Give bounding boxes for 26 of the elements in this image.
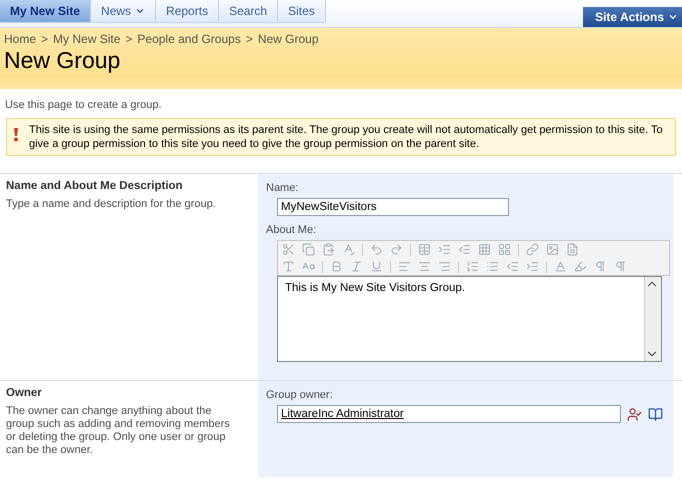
section-description: Type a name and description for the group. — [6, 198, 217, 211]
breadcrumb-current: New Group — [258, 32, 319, 46]
name-field[interactable]: MyNewSiteVisitors — [277, 198, 509, 216]
field-label: About Me: — [266, 224, 318, 236]
field-label: Name: — [266, 182, 300, 194]
breadcrumb-separator: > — [125, 32, 132, 46]
about-me-field[interactable]: This is My New Site Visitors Group. — [277, 276, 662, 362]
section-title: Name and About Me Description — [6, 180, 184, 192]
breadcrumb-link[interactable]: Home — [4, 32, 36, 46]
site-actions-button[interactable]: Site Actions — [583, 7, 682, 27]
section-title: Owner — [6, 387, 43, 399]
nav-tab[interactable]: Reports — [155, 0, 220, 23]
nav-tab[interactable]: Search — [218, 0, 278, 23]
page-title: New Group — [4, 47, 122, 74]
nav-tab[interactable]: News — [90, 0, 156, 23]
breadcrumb-separator: > — [41, 32, 48, 46]
section-description: The owner can change anything about the group such as adding and removing members or deleting the group. Only one user or group can be the owner. — [6, 405, 231, 457]
intro-text: Use this page to create a group. — [4, 98, 163, 111]
warning-text: This site is using the same permissions as its parent site. The group you create will not automatically get permission to this site. To give a group permission to this site you need to give the group permission on the parent site. — [29, 123, 664, 151]
breadcrumb-link[interactable]: People and Groups — [137, 32, 241, 46]
nav-tab[interactable]: My New Site — [0, 0, 92, 23]
breadcrumb-link[interactable]: My New Site — [53, 32, 120, 46]
field-label: Group owner: — [266, 389, 334, 401]
breadcrumb-separator: > — [246, 32, 253, 46]
nav-tab[interactable]: Sites — [277, 0, 326, 23]
owner-field[interactable]: LitwareInc Administrator — [277, 405, 621, 423]
